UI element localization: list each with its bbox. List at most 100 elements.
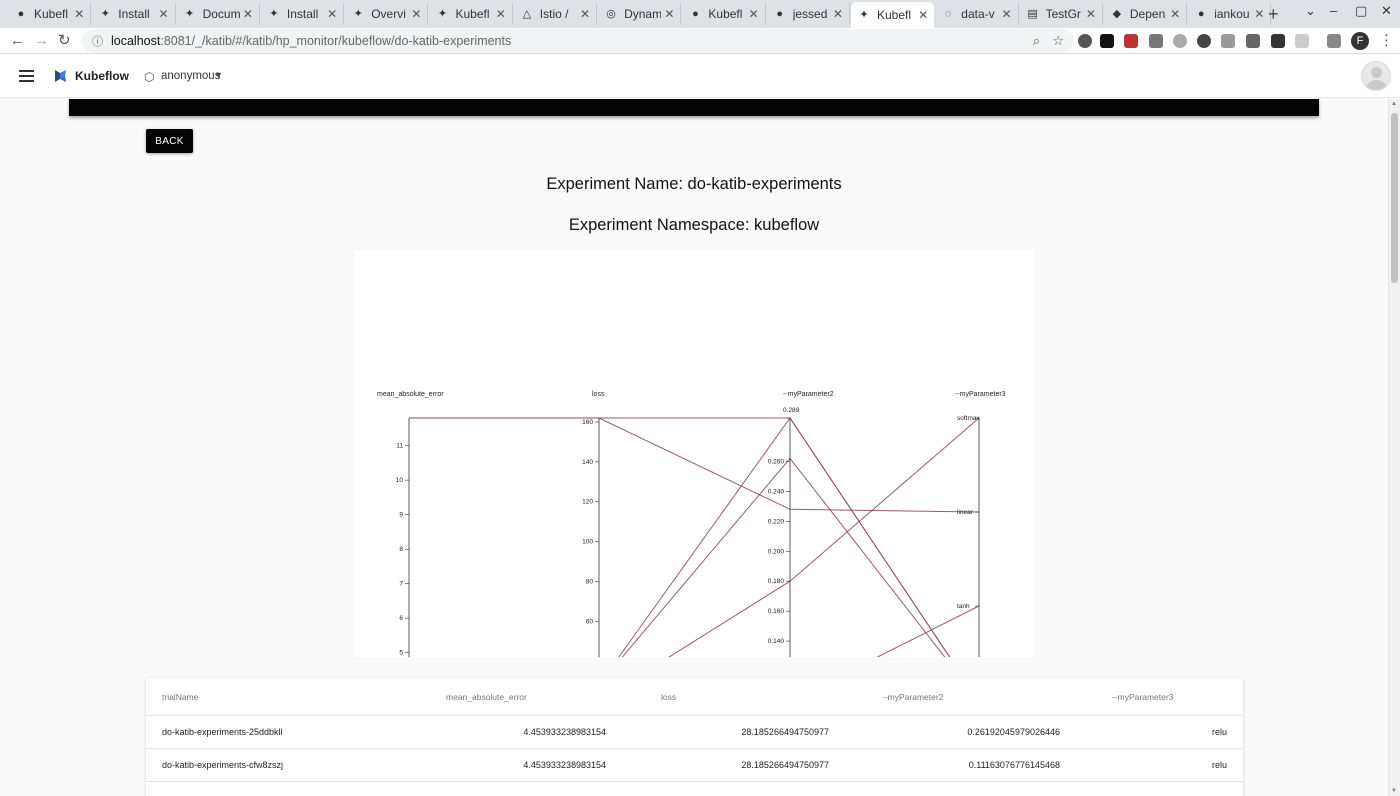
istio-icon: △ — [522, 8, 532, 20]
table-row[interactable]: do-katib-experiments-25ddbkll 4.45393323… — [146, 716, 1243, 749]
namespace-cube-icon: ⬡ — [144, 70, 155, 84]
column-header[interactable]: --myParameter2 — [882, 678, 1060, 716]
axis-tick-label: 100 — [582, 539, 593, 546]
tab-title: Depen — [1129, 7, 1166, 21]
browser-tab[interactable]: ● Kubefl ✕ — [682, 3, 766, 25]
back-button[interactable]: BACK — [146, 129, 193, 153]
kubeflow-header: Kubeflow ⬡ anonymous ▼ — [0, 55, 1400, 98]
experiment-namespace-heading: Experiment Namespace: kubeflow — [568, 216, 820, 234]
axis-tick-label: 5 — [399, 650, 403, 657]
github-icon: ● — [692, 8, 699, 20]
close-tab-icon[interactable]: ✕ — [411, 7, 421, 21]
table-cell: 28.185266494750977 — [741, 727, 829, 737]
extension-icon[interactable] — [1100, 34, 1114, 48]
table-row[interactable]: do-katib-experiments-cfw8zszj 4.45393323… — [146, 749, 1243, 782]
close-tab-icon[interactable]: ✕ — [664, 7, 674, 21]
close-window-icon[interactable]: ✕ — [1381, 3, 1392, 19]
axis-tick-label: 140 — [582, 459, 593, 466]
tab-title: Kubefl — [34, 7, 69, 21]
extension-icon[interactable] — [1295, 34, 1309, 48]
namespace-selector[interactable]: anonymous — [161, 70, 220, 82]
table-row-partial[interactable] — [146, 782, 1243, 796]
axis-tick-label: 0.200 — [768, 548, 785, 555]
browser-tab[interactable]: ◎ Dynam ✕ — [598, 3, 682, 25]
close-tab-icon[interactable]: ✕ — [1254, 7, 1264, 21]
axis-tick-label: 11 — [396, 443, 403, 450]
browser-tab[interactable]: ✦ Install ✕ — [92, 3, 176, 25]
column-header[interactable]: loss — [661, 678, 829, 716]
column-header[interactable]: --myParameter3 — [1112, 678, 1227, 716]
tab-title: Overvi — [371, 7, 406, 21]
extension-icon[interactable] — [1149, 34, 1163, 48]
address-bar[interactable]: ⓘ localhost:8081/_/katib/#/katib/hp_moni… — [82, 29, 1074, 53]
zoom-search-icon[interactable]: ⌕ — [1033, 33, 1040, 49]
close-tab-icon[interactable]: ✕ — [1002, 7, 1012, 21]
axis-category-label: softmax — [957, 415, 981, 422]
close-tab-icon[interactable]: ✕ — [159, 7, 169, 21]
trials-table: trialName mean_absolute_error loss --myP… — [146, 678, 1243, 796]
browser-tab[interactable]: ● jessed ✕ — [767, 3, 850, 25]
browser-tab[interactable]: ✦ Kubefl ✕ — [851, 2, 935, 28]
browser-tab[interactable]: ◌ data-v ✕ — [935, 3, 1019, 25]
maximize-icon[interactable]: ▢ — [1355, 3, 1367, 19]
browser-tab[interactable]: ● iankou ✕ — [1188, 3, 1272, 25]
browser-tab[interactable]: ▤ TestGr ✕ — [1020, 3, 1103, 25]
bookmark-star-icon[interactable]: ☆ — [1052, 33, 1064, 49]
extension-icon[interactable] — [1124, 34, 1138, 48]
close-tab-icon[interactable]: ✕ — [74, 7, 84, 21]
extension-icon[interactable] — [1246, 34, 1260, 48]
browser-tab[interactable]: △ Istio / ✕ — [514, 3, 598, 25]
reload-icon[interactable]: ↻ — [58, 31, 71, 51]
kubeflow-icon: ✦ — [184, 8, 195, 20]
menu-icon[interactable] — [19, 70, 34, 82]
dropdown-caret-icon[interactable]: ▼ — [214, 70, 223, 80]
browser-tab[interactable]: ● Kubefl ✕ — [8, 3, 92, 25]
tab-search-chevron-icon[interactable]: ⌄ — [1305, 3, 1316, 19]
browser-tab[interactable]: ◆ Depen ✕ — [1104, 3, 1188, 25]
extension-icon[interactable] — [1327, 34, 1341, 48]
close-tab-icon[interactable]: ✕ — [243, 7, 253, 21]
browser-tab-strip: ● Kubefl ✕ ✦ Install ✕ ✦ Docum ✕ ✦ Install ✕ ✦ Overvi… — [0, 0, 1400, 28]
minimize-icon[interactable]: – — [1330, 3, 1337, 18]
close-tab-icon[interactable]: ✕ — [749, 7, 759, 21]
back-arrow-icon[interactable]: ← — [10, 31, 25, 51]
extension-icon[interactable] — [1173, 34, 1187, 48]
extension-icon[interactable] — [1221, 34, 1235, 48]
scroll-up-icon[interactable]: ▲ — [1391, 101, 1397, 107]
scrollbar-thumb[interactable] — [1391, 113, 1398, 283]
browser-profile-avatar[interactable]: F — [1351, 32, 1369, 50]
close-tab-icon[interactable]: ✕ — [1170, 7, 1180, 21]
new-tab-button[interactable]: + — [1268, 4, 1279, 24]
browser-menu-icon[interactable]: ⋮ — [1379, 31, 1394, 49]
browser-tab[interactable]: ✦ Kubefl ✕ — [430, 3, 513, 25]
close-tab-icon[interactable]: ✕ — [1086, 7, 1096, 21]
close-tab-icon[interactable]: ✕ — [327, 7, 337, 21]
kubeflow-icon: ✦ — [100, 8, 110, 20]
axis-tick-label: 0.260 — [768, 458, 785, 465]
extension-icon[interactable] — [1078, 34, 1092, 48]
table-cell: 4.453933238983154 — [523, 760, 606, 770]
close-tab-icon[interactable]: ✕ — [496, 7, 506, 21]
column-header[interactable]: mean_absolute_error — [446, 678, 606, 716]
scroll-down-icon[interactable]: ▼ — [1391, 788, 1397, 794]
axis-tick-label: 0.160 — [768, 608, 785, 615]
page-scrollbar[interactable]: ▲ ▼ — [1388, 99, 1400, 796]
site-info-icon[interactable]: ⓘ — [92, 33, 103, 49]
extension-icon[interactable] — [1197, 34, 1211, 48]
extension-icon[interactable] — [1271, 34, 1285, 48]
browser-tab[interactable]: ✦ Overvi ✕ — [345, 3, 429, 25]
axis-tick-label: 60 — [586, 618, 594, 625]
close-tab-icon[interactable]: ✕ — [918, 8, 928, 22]
close-tab-icon[interactable]: ✕ — [580, 7, 590, 21]
axis-tick-label: 0.140 — [768, 638, 785, 645]
axis-tick-label: 0.240 — [768, 488, 785, 495]
column-header[interactable]: trialName — [162, 678, 198, 716]
browser-tab[interactable]: ✦ Install ✕ — [261, 3, 345, 25]
axis-tick-label: 0.220 — [768, 518, 785, 525]
axis-tick-label: 120 — [582, 499, 593, 506]
close-tab-icon[interactable]: ✕ — [833, 7, 843, 21]
forward-arrow-icon[interactable]: → — [34, 31, 49, 51]
browser-tab[interactable]: ✦ Docum ✕ — [177, 3, 260, 25]
series-line-4 — [668, 417, 980, 657]
user-avatar[interactable] — [1361, 61, 1391, 91]
